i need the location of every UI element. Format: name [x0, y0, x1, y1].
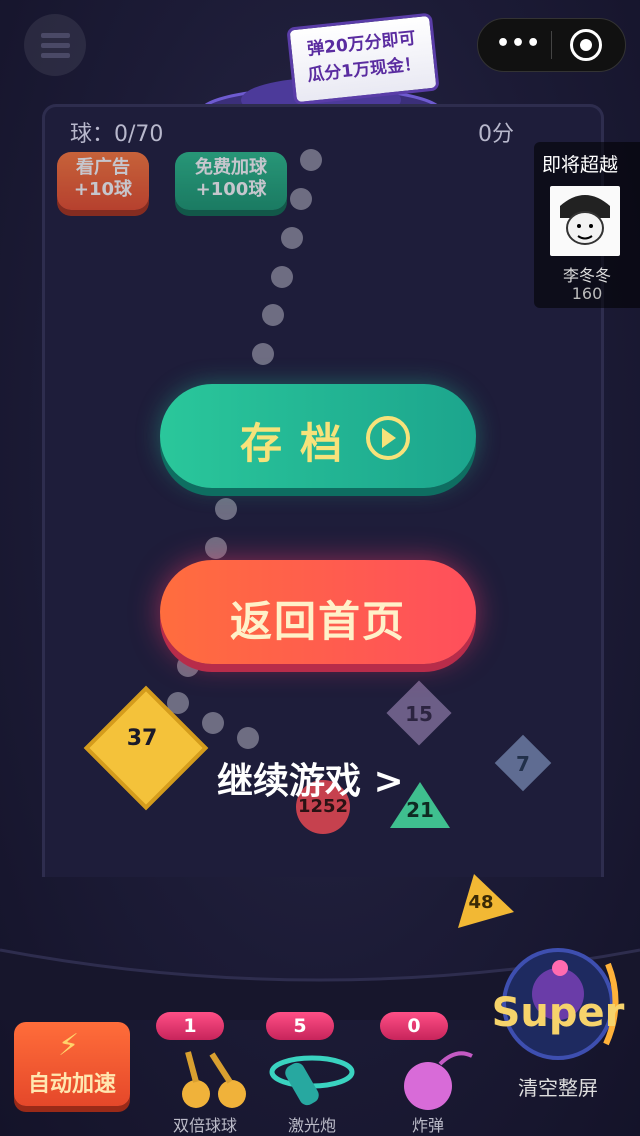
- super-badge: Super: [491, 990, 625, 1036]
- capsule-divider: [551, 31, 552, 59]
- home-label: 返回首页: [229, 597, 406, 646]
- trajectory-dot: [290, 188, 312, 210]
- home-button[interactable]: 返回首页: [160, 560, 476, 664]
- trajectory-dot: [300, 149, 322, 171]
- free-balls-label: 免费加球: [195, 157, 267, 178]
- bomb-label: 炸弹: [411, 1116, 444, 1135]
- double-balls-icon: [182, 1051, 246, 1108]
- laser-tool[interactable]: 5 激光炮: [262, 1012, 362, 1136]
- game-stage: ••• 弹20万分即可 瓜分1万现金！ 球：0/70 0分 看广告 +10球 免…: [0, 0, 640, 1136]
- trajectory-dot: [262, 304, 284, 326]
- mini-program-capsule: •••: [477, 18, 626, 72]
- overtake-panel: 即将超越 李冬冬 160: [534, 142, 640, 308]
- bomb-count: 0: [380, 1012, 448, 1040]
- double-balls-tool[interactable]: 1 双倍球球: [150, 1012, 260, 1136]
- shape-diamond-15: 15: [386, 680, 452, 746]
- laser-cannon-icon: [269, 1055, 355, 1106]
- play-video-icon: [366, 416, 410, 460]
- watch-ad-bonus: +10球: [73, 179, 133, 200]
- trajectory-dot: [271, 266, 293, 288]
- overtake-name: 李冬冬: [562, 266, 611, 285]
- trajectory-dot: [215, 498, 237, 520]
- shape-value: 15: [405, 702, 433, 726]
- menu-button[interactable]: [24, 14, 86, 76]
- more-icon[interactable]: •••: [496, 31, 541, 56]
- avatar-face-icon: [560, 195, 610, 245]
- bomb-icon: [404, 1051, 473, 1110]
- trajectory-dot: [237, 727, 259, 749]
- double-balls-label: 双倍球球: [172, 1116, 237, 1135]
- menu-line: [41, 53, 70, 58]
- score: 0分: [478, 122, 514, 147]
- overtake-score: 160: [571, 284, 603, 303]
- continue-game-link[interactable]: 继续游戏 >: [217, 752, 404, 804]
- menu-line: [41, 33, 70, 38]
- bomb-tool[interactable]: 0 炸弹: [376, 1012, 480, 1136]
- shape-diamond-7: 7: [494, 734, 552, 792]
- overtake-title: 即将超越: [542, 154, 619, 176]
- lightning-icon: ⚡: [58, 1028, 80, 1063]
- double-balls-count: 1: [156, 1012, 224, 1040]
- save-button[interactable]: 存档: [160, 384, 476, 488]
- trajectory-dot: [252, 343, 274, 365]
- record-icon[interactable]: [570, 29, 602, 61]
- super-clear-tool[interactable]: Super 清空整屏: [488, 944, 628, 1114]
- super-label: 清空整屏: [518, 1076, 598, 1100]
- auto-speed-label: 自动加速: [27, 1072, 116, 1097]
- watch-ad-button[interactable]: 看广告 +10球: [57, 152, 149, 210]
- menu-line: [41, 43, 70, 48]
- trajectory-dot: [202, 712, 224, 734]
- trajectory-dot: [281, 227, 303, 249]
- shape-diamond-37: 37: [83, 685, 209, 811]
- free-balls-button[interactable]: 免费加球 +100球: [175, 152, 287, 210]
- laser-count: 5: [266, 1012, 334, 1040]
- watch-ad-label: 看广告: [76, 157, 130, 178]
- ball-count: 球：0/70: [70, 122, 164, 147]
- avatar: [550, 186, 620, 256]
- save-label: 存档: [240, 419, 361, 468]
- shape-value: 7: [516, 752, 530, 776]
- promo-sign: 弹20万分即可 瓜分1万现金！: [286, 12, 440, 106]
- auto-speed-button[interactable]: ⚡ 自动加速: [14, 1022, 130, 1106]
- trajectory-dot: [205, 537, 227, 559]
- shape-value: 37: [126, 726, 158, 751]
- free-balls-bonus: +100球: [195, 179, 267, 200]
- laser-label: 激光炮: [287, 1116, 336, 1135]
